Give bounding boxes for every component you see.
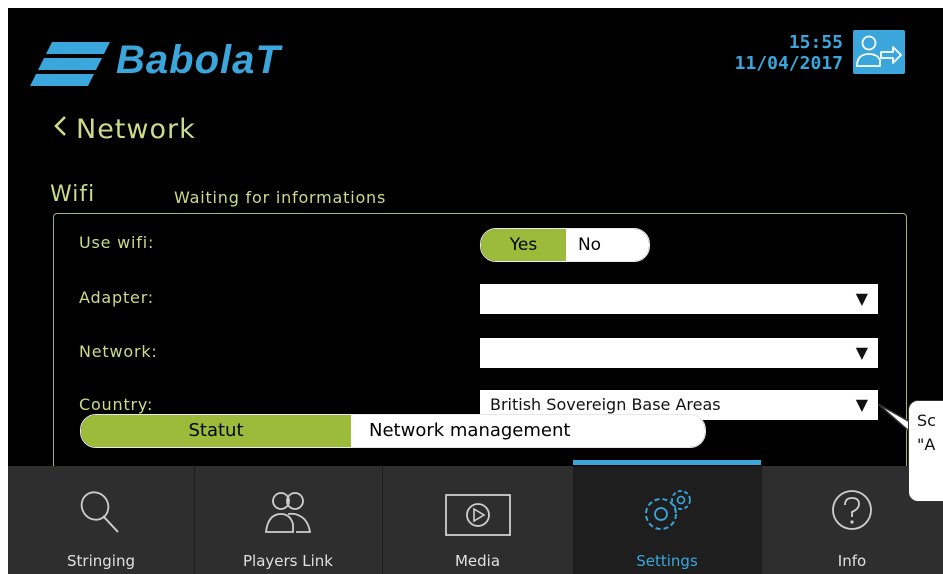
tab-network-management[interactable]: Network management xyxy=(351,415,705,447)
chevron-left-icon xyxy=(52,114,68,145)
network-select[interactable]: ▼ xyxy=(480,338,878,368)
network-label: Network: xyxy=(79,342,158,361)
active-tab-indicator xyxy=(573,460,761,465)
adapter-select[interactable]: ▼ xyxy=(480,284,878,314)
country-label: Country: xyxy=(79,395,154,414)
babolat-logo: BabolaT xyxy=(30,34,350,94)
tab-label: Stringing xyxy=(67,552,135,570)
logout-button[interactable] xyxy=(853,30,905,74)
dropdown-arrow-icon: ▼ xyxy=(855,343,868,362)
tab-label: Players Link xyxy=(243,552,333,570)
tooltip: Sc "A xyxy=(908,400,943,502)
dropdown-arrow-icon: ▼ xyxy=(855,395,868,414)
tab-stringing[interactable]: Stringing xyxy=(8,466,195,574)
babolat-logo-icon xyxy=(30,42,110,86)
dropdown-arrow-icon: ▼ xyxy=(855,289,868,308)
section-title: Wifi xyxy=(50,182,96,207)
tab-label: Info xyxy=(837,552,867,570)
back-button[interactable]: Network xyxy=(52,114,196,145)
device-panel: BabolaT 15:55 11/04/2017 Network Wifi Wa… xyxy=(8,8,943,574)
use-wifi-label: Use wifi: xyxy=(79,233,155,252)
tab-settings[interactable]: Settings xyxy=(573,460,762,574)
toggle-yes[interactable]: Yes xyxy=(481,229,566,261)
toggle-no[interactable]: No xyxy=(566,229,649,261)
clock: 15:55 11/04/2017 xyxy=(735,32,843,74)
section-status: Waiting for informations xyxy=(174,188,387,207)
tab-media[interactable]: Media xyxy=(382,466,574,574)
tooltip-pointer xyxy=(878,404,911,434)
toggle-no-label: No xyxy=(577,235,602,255)
user-exit-icon xyxy=(856,35,902,67)
gears-icon xyxy=(637,488,697,542)
tab-label: Settings xyxy=(636,552,698,570)
screen: BabolaT 15:55 11/04/2017 Network Wifi Wa… xyxy=(0,0,943,574)
adapter-label: Adapter: xyxy=(79,288,154,307)
status-management-segment[interactable]: Statut Network management xyxy=(80,414,706,448)
question-icon xyxy=(830,488,874,536)
brand-wordmark: BabolaT xyxy=(116,38,281,82)
tab-label: Media xyxy=(454,552,501,570)
clock-time: 15:55 xyxy=(788,32,843,53)
tab-players-link[interactable]: Players Link xyxy=(194,466,383,574)
use-wifi-toggle[interactable]: Yes No xyxy=(480,228,650,262)
clock-date: 11/04/2017 xyxy=(734,53,843,74)
tooltip-text: Sc "A xyxy=(917,411,936,454)
bottom-tab-bar: Stringing Players Link Media Settings In… xyxy=(8,460,943,574)
racket-icon xyxy=(76,488,126,542)
players-icon xyxy=(260,488,316,542)
page-title: Network xyxy=(76,114,196,145)
tab-statut[interactable]: Statut xyxy=(81,415,351,447)
tab-network-management-label: Network management xyxy=(369,420,571,441)
play-icon xyxy=(444,494,511,540)
